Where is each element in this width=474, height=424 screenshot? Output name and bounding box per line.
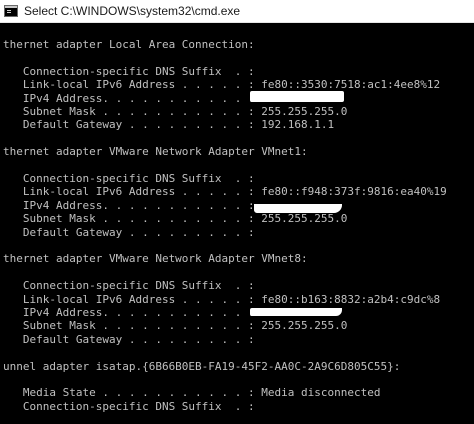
console-line: Default Gateway . . . . . . . . . : 192.… bbox=[3, 118, 335, 132]
redaction-mark bbox=[250, 91, 344, 102]
console-line: Connection-specific DNS Suffix . : bbox=[3, 64, 255, 78]
console-line: Connection-specific DNS Suffix . : bbox=[3, 399, 255, 413]
console-line: thernet adapter VMware Network Adapter V… bbox=[3, 145, 308, 159]
console-line: Subnet Mask . . . . . . . . . . . : 255.… bbox=[3, 319, 348, 333]
console-line: Link-local IPv6 Address . . . . . : fe80… bbox=[3, 185, 447, 199]
console-line: Link-local IPv6 Address . . . . . : fe80… bbox=[3, 292, 441, 306]
console-output[interactable]: thernet adapter Local Area Connection: C… bbox=[0, 23, 474, 424]
console-line: Connection-specific DNS Suffix . : bbox=[3, 172, 255, 185]
console-line: Subnet Mask . . . . . . . . . . . : 255.… bbox=[3, 212, 348, 226]
console-line: unnel adapter isatap.{6B66B0EB-FA19-45F2… bbox=[3, 359, 401, 373]
console-line: Default Gateway . . . . . . . . . : bbox=[3, 225, 255, 239]
cmd-icon[interactable] bbox=[4, 5, 18, 17]
console-line: IPv4 Address. . . . . . . . . . . : bbox=[3, 91, 255, 105]
console-line: thernet adapter VMware Network Adapter V… bbox=[3, 252, 308, 266]
console-line: thernet adapter Local Area Connection: bbox=[3, 38, 255, 51]
console-line: Connection-specific DNS Suffix . : bbox=[3, 279, 255, 293]
console-line: IPv4 Address. . . . . . . . . . . : bbox=[3, 306, 255, 319]
console-line: Default Gateway . . . . . . . . . : bbox=[3, 332, 255, 346]
cmd-window: Select C:\WINDOWS\system32\cmd.exe thern… bbox=[0, 0, 474, 424]
console-line: IPv4 Address. . . . . . . . . . . : bbox=[3, 198, 255, 212]
console-line: Link-local IPv6 Address . . . . . : fe80… bbox=[3, 78, 441, 92]
window-title: Select C:\WINDOWS\system32\cmd.exe bbox=[24, 4, 241, 18]
console-line: Subnet Mask . . . . . . . . . . . : 255.… bbox=[3, 105, 348, 118]
console-line: Media State . . . . . . . . . . . : Medi… bbox=[3, 386, 381, 400]
redaction-mark bbox=[250, 308, 342, 316]
redaction-mark bbox=[254, 204, 342, 213]
title-bar[interactable]: Select C:\WINDOWS\system32\cmd.exe bbox=[0, 0, 474, 23]
